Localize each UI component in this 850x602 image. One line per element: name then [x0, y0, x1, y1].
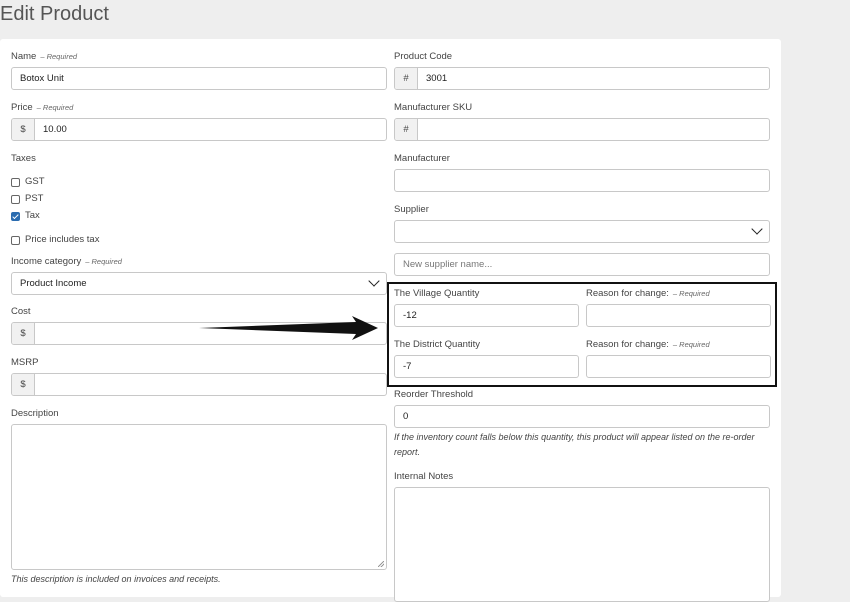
annotation-arrow-icon — [199, 316, 378, 340]
